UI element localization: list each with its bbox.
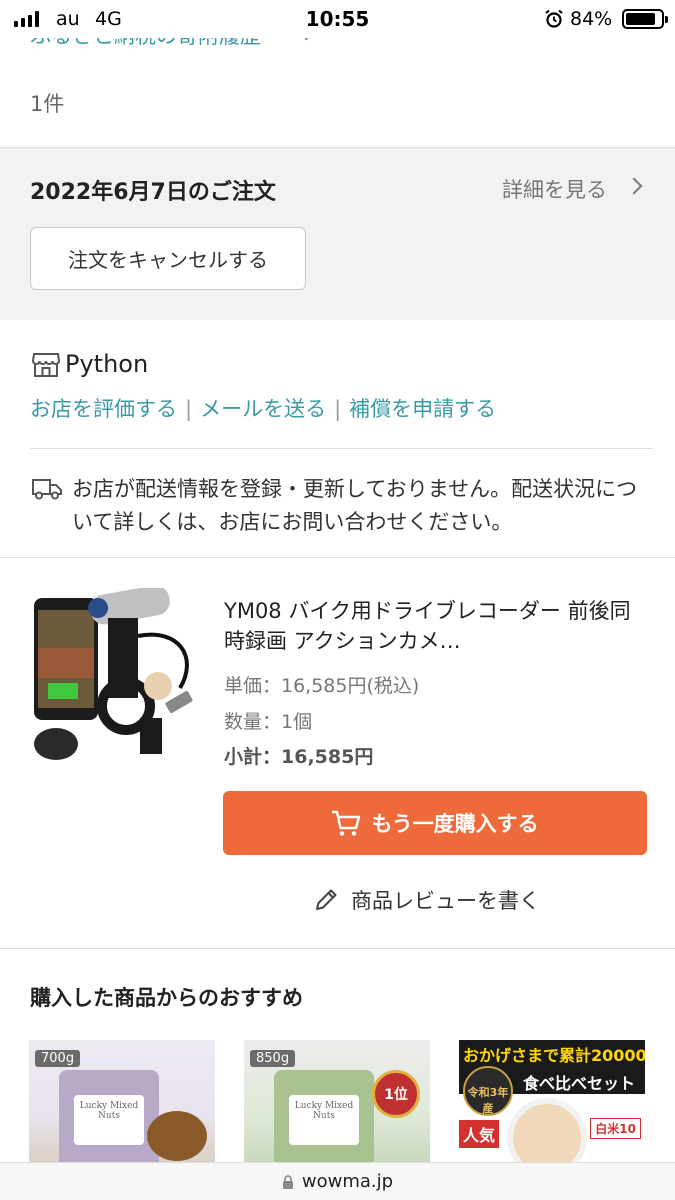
shipping-notice: お店が配送情報を登録・更新しておりません。配送状況について詳しくは、お店にお問い… — [72, 477, 638, 534]
cancel-order-button[interactable]: 注文をキャンセルする — [30, 227, 306, 290]
recommendation-item[interactable]: おかげさまで累計20000個突破 食べ比べセット 令和3年産 人気 白米10 — [459, 1040, 645, 1165]
divider — [0, 557, 675, 558]
recommendations-title: 購入した商品からのおすすめ — [30, 986, 303, 1010]
claim-compensation-link[interactable]: 補償を申請する — [349, 397, 496, 421]
quantity: 数量：1個 — [224, 711, 313, 733]
unit-price: 単価：16,585円(税込) — [224, 675, 420, 697]
weight-badge: 850g — [250, 1050, 296, 1067]
shop-name[interactable]: Python — [65, 350, 148, 378]
lock-icon — [282, 1174, 293, 1189]
url-domain: wowma.jp — [301, 1171, 394, 1192]
send-mail-link[interactable]: メールを送る — [200, 397, 326, 421]
bag-label: Lucky Mixed Nuts — [289, 1095, 359, 1145]
subtotal: 小計：16,585円 — [224, 746, 374, 768]
link-separator: | — [185, 397, 193, 421]
recommendation-item[interactable]: 700g Lucky Mixed Nuts — [29, 1040, 215, 1165]
buy-again-button[interactable]: もう一度購入する — [223, 791, 647, 855]
child-photo — [507, 1098, 587, 1165]
weight-badge: 700g — [35, 1050, 81, 1067]
divider — [0, 948, 675, 949]
battery-icon — [622, 9, 668, 29]
write-review-link[interactable]: 商品レビューを書く — [313, 885, 540, 915]
order-count: 1件 — [30, 92, 65, 116]
year-badge: 令和3年産 — [463, 1066, 513, 1116]
battery-percent: 84% — [570, 8, 613, 30]
status-bar-overlay: au 4G 10:55 84% — [0, 0, 675, 38]
recommendation-item[interactable]: 850g Lucky Mixed Nuts 1位 — [244, 1040, 430, 1165]
pencil-icon — [316, 889, 337, 910]
banner-bottom-text: 食べ比べセット — [523, 1074, 636, 1093]
write-review-label: 商品レビューを書く — [351, 889, 540, 913]
popular-label: 人気 — [459, 1120, 500, 1148]
alarm-icon — [545, 9, 563, 28]
shop-actions: お店を評価する | メールを送る | 補償を申請する — [30, 393, 496, 423]
chevron-right-icon[interactable] — [625, 177, 643, 195]
product-title[interactable]: YM08 バイク用ドライブレコーダー 前後同時録画 アクションカメ… — [224, 596, 634, 656]
divider — [30, 448, 653, 449]
rice-tag: 白米10 — [590, 1118, 641, 1139]
truck-icon — [32, 479, 62, 500]
rate-shop-link[interactable]: お店を評価する — [30, 397, 177, 421]
nuts-image — [147, 1111, 207, 1161]
address-bar[interactable]: wowma.jp — [0, 1162, 675, 1200]
product-image[interactable] — [30, 588, 202, 762]
view-details-link[interactable]: 詳細を見る — [502, 174, 607, 204]
bag-label: Lucky Mixed Nuts — [74, 1095, 144, 1145]
cart-icon — [332, 810, 361, 836]
banner-top-text: おかげさまで累計20000個突破 — [463, 1046, 645, 1065]
order-header: 2022年6月7日のご注文 詳細を見る 注文をキャンセルする — [0, 147, 675, 320]
rank-badge: 1位 — [372, 1070, 420, 1118]
link-separator: | — [334, 397, 342, 421]
order-date: 2022年6月7日のご注文 — [30, 180, 276, 205]
shop-icon — [32, 353, 60, 377]
buy-again-label: もう一度購入する — [371, 812, 539, 836]
